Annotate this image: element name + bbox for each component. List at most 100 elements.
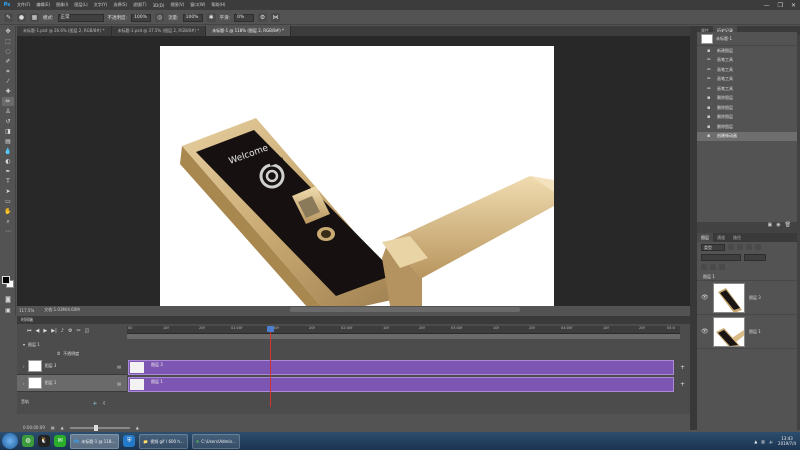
clock[interactable]: 13:43 2019/7/4	[778, 436, 796, 446]
color-swatches[interactable]	[2, 276, 14, 288]
volume-icon[interactable]: 🔈	[769, 439, 774, 444]
foreground-color-swatch[interactable]	[2, 276, 10, 284]
menu-image[interactable]: 图像(I)	[53, 2, 71, 8]
add-media-icon[interactable]: +	[680, 381, 685, 388]
layer-row[interactable]: 👁 图层 1	[697, 315, 797, 349]
pressure-opacity-icon[interactable]: ◎	[155, 13, 165, 22]
zoom-in-icon[interactable]: ▲	[136, 425, 139, 430]
menu-layer[interactable]: 图层(L)	[71, 2, 90, 8]
work-area-bar[interactable]	[127, 334, 680, 339]
dodge-tool-icon[interactable]: ◐	[2, 157, 14, 166]
history-item[interactable]: ✏ 画笔工具	[697, 84, 797, 94]
menu-help[interactable]: 帮助(H)	[208, 2, 228, 8]
minimize-icon[interactable]: —	[764, 2, 770, 9]
filter-shape-icon[interactable]	[755, 244, 761, 250]
crop-tool-icon[interactable]: ⌗	[2, 67, 14, 76]
wechat-icon[interactable]: ✉	[54, 435, 66, 447]
restore-icon[interactable]: ❐	[778, 2, 783, 9]
network-icon[interactable]: ▥	[761, 439, 765, 444]
menu-3d[interactable]: 3D(D)	[150, 3, 168, 8]
play-icon[interactable]: ▶	[43, 328, 47, 334]
healing-brush-tool-icon[interactable]: ✚	[2, 87, 14, 96]
previous-frame-icon[interactable]: ◀	[36, 328, 40, 334]
menu-view[interactable]: 视图(V)	[167, 2, 187, 8]
hand-tool-icon[interactable]: ✋	[2, 207, 14, 216]
opacity-field[interactable]: 100%	[131, 13, 152, 22]
close-icon[interactable]: ✕	[791, 2, 796, 9]
layer-group-row[interactable]: 图层 1	[697, 272, 797, 281]
gradient-tool-icon[interactable]: ▤	[2, 137, 14, 146]
eye-icon[interactable]: 👁	[701, 294, 709, 301]
chevron-right-icon[interactable]: ›	[23, 381, 25, 386]
screen-mode-icon[interactable]: ▣	[2, 306, 14, 315]
more-tools-icon[interactable]: ⋯	[2, 227, 14, 236]
blur-tool-icon[interactable]: 💧	[2, 147, 14, 156]
zoom-out-icon[interactable]: ▲	[61, 425, 64, 430]
tab-layers[interactable]: 图层	[697, 233, 713, 242]
flow-field[interactable]: 100%	[182, 13, 203, 22]
camera-icon[interactable]: ◉	[776, 222, 780, 230]
first-frame-icon[interactable]: ⏮	[27, 328, 32, 334]
menu-select[interactable]: 选择(S)	[110, 2, 130, 8]
track-layer-row[interactable]: › 图层 1 ▤	[17, 375, 127, 392]
rectangle-tool-icon[interactable]: ▭	[2, 197, 14, 206]
history-item[interactable]: ▪ 删除图层	[697, 94, 797, 104]
history-item[interactable]: ✏ 画笔工具	[697, 65, 797, 75]
next-frame-icon[interactable]: ▶|	[51, 328, 57, 334]
brush-tool-icon[interactable]: ✏	[2, 97, 14, 106]
mode-select[interactable]: 正常	[57, 13, 104, 22]
history-item[interactable]: ✏ 画笔工具	[697, 56, 797, 66]
tab-channels[interactable]: 通道	[713, 233, 729, 242]
convert-to-frames-icon[interactable]: ▦	[51, 425, 55, 430]
horizontal-scrollbar[interactable]	[290, 307, 520, 312]
timeline-clip[interactable]: 图层 3	[128, 360, 674, 375]
menu-type[interactable]: 文字(Y)	[91, 2, 111, 8]
split-icon[interactable]: ✂	[76, 328, 80, 334]
document-canvas[interactable]: Welcome	[160, 46, 554, 306]
layer-name[interactable]: 图层 1	[749, 329, 761, 335]
filter-type-icon[interactable]	[746, 244, 752, 250]
zoom-level[interactable]: 117.5%	[19, 308, 34, 313]
speaker-icon[interactable]: 🔈	[93, 400, 98, 405]
menu-filter[interactable]: 滤镜(T)	[130, 2, 150, 8]
menu-window[interactable]: 窗口(W)	[187, 2, 208, 8]
qq-icon[interactable]: 🐧	[38, 435, 50, 447]
filter-pixel-icon[interactable]	[728, 244, 734, 250]
brush-panel-icon[interactable]: ▦	[30, 13, 39, 22]
path-select-tool-icon[interactable]: ➤	[2, 187, 14, 196]
tab-paths[interactable]: 路径	[729, 233, 745, 242]
eraser-tool-icon[interactable]: ◨	[2, 127, 14, 136]
film-icon[interactable]: ▤	[117, 364, 121, 369]
track-property-row[interactable]: ⏱ 不透明度	[17, 349, 127, 358]
history-item[interactable]: ✏ 画笔工具	[697, 75, 797, 85]
history-item[interactable]: ▪ 删除图层	[697, 113, 797, 123]
taskbar-app-photoshop[interactable]: Ps 未标题-1 @ 118...	[70, 433, 120, 449]
tray-chevron-icon[interactable]: ▲	[754, 439, 757, 444]
brush-size-icon[interactable]: ●	[17, 13, 26, 22]
add-media-icon[interactable]: +	[680, 364, 685, 371]
symmetry-icon[interactable]: ⋈	[271, 13, 281, 22]
pen-tool-icon[interactable]: ✒	[2, 167, 14, 176]
history-item[interactable]: ▪ 删除图层	[697, 122, 797, 132]
film-icon[interactable]: ▤	[117, 381, 121, 386]
history-brush-tool-icon[interactable]: ↺	[2, 117, 14, 126]
settings-icon[interactable]: ⚙	[68, 328, 72, 334]
transition-icon[interactable]: ◫	[85, 328, 90, 334]
clone-stamp-tool-icon[interactable]: ♙	[2, 107, 14, 116]
eyedropper-tool-icon[interactable]: ⁄	[2, 77, 14, 86]
music-note-icon[interactable]: ♫	[102, 400, 106, 405]
playhead-handle[interactable]	[267, 326, 274, 332]
smooth-field[interactable]: 0%	[234, 13, 255, 22]
stopwatch-icon[interactable]: ⏱	[57, 351, 60, 356]
history-item[interactable]: ▪ 新建图层	[697, 46, 797, 56]
move-tool-icon[interactable]: ✥	[2, 27, 14, 36]
quick-select-tool-icon[interactable]: ✐	[2, 57, 14, 66]
gear-icon[interactable]: ⚙	[258, 13, 268, 22]
layer-kind-select[interactable]: 类型	[701, 243, 725, 251]
brush-tool-preset-icon[interactable]: ✎	[4, 13, 13, 22]
track-layer-row[interactable]: › 图层 3 ▤	[17, 358, 127, 375]
trash-icon[interactable]: 🗑	[785, 222, 791, 230]
browser-icon[interactable]: ◍	[22, 435, 34, 447]
zoom-slider-knob[interactable]	[93, 424, 98, 431]
lock-position-icon[interactable]	[710, 264, 716, 270]
